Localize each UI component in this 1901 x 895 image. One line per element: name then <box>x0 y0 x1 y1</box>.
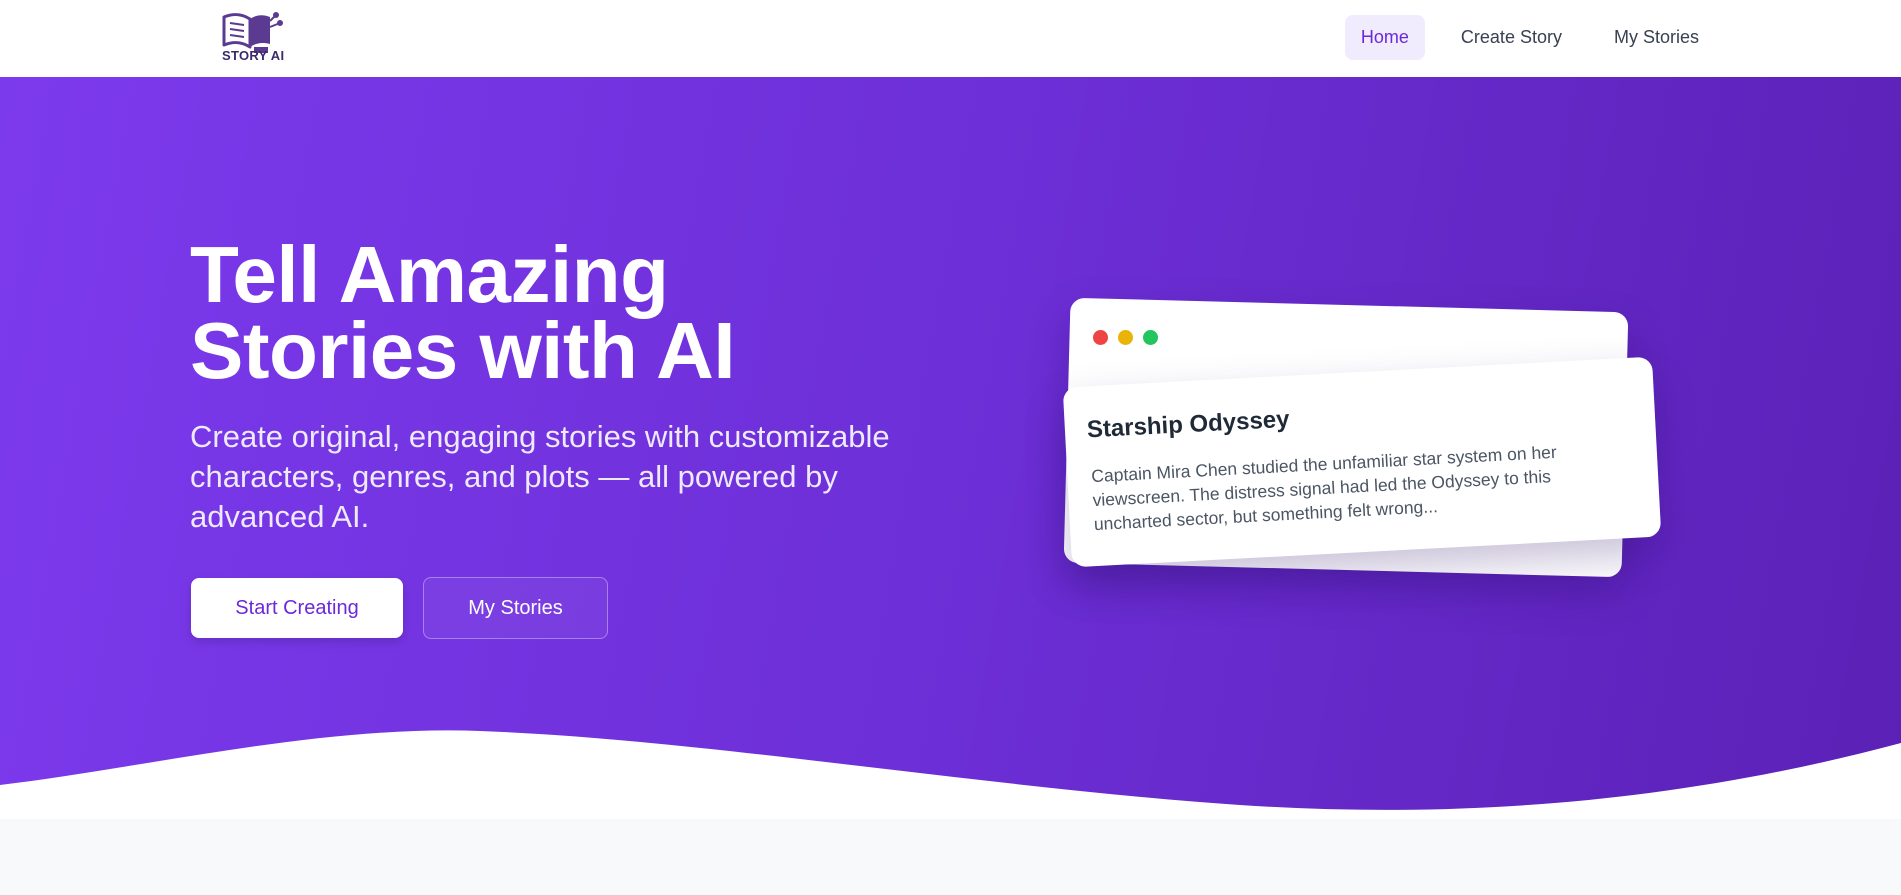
nav-home[interactable]: Home <box>1344 15 1425 60</box>
nav-my-stories[interactable]: My Stories <box>1598 15 1715 60</box>
content-section <box>0 819 1901 895</box>
site-header: STORY AI Home Create Story My Stories <box>0 0 1901 77</box>
hero-section: Tell Amazing Stories with AI Create orig… <box>0 77 1901 819</box>
hero-wave-divider <box>0 730 1901 819</box>
main-nav: Home Create Story My Stories <box>1344 15 1715 60</box>
logo-text: STORY AI <box>222 48 285 63</box>
nav-create-story[interactable]: Create Story <box>1445 15 1578 60</box>
